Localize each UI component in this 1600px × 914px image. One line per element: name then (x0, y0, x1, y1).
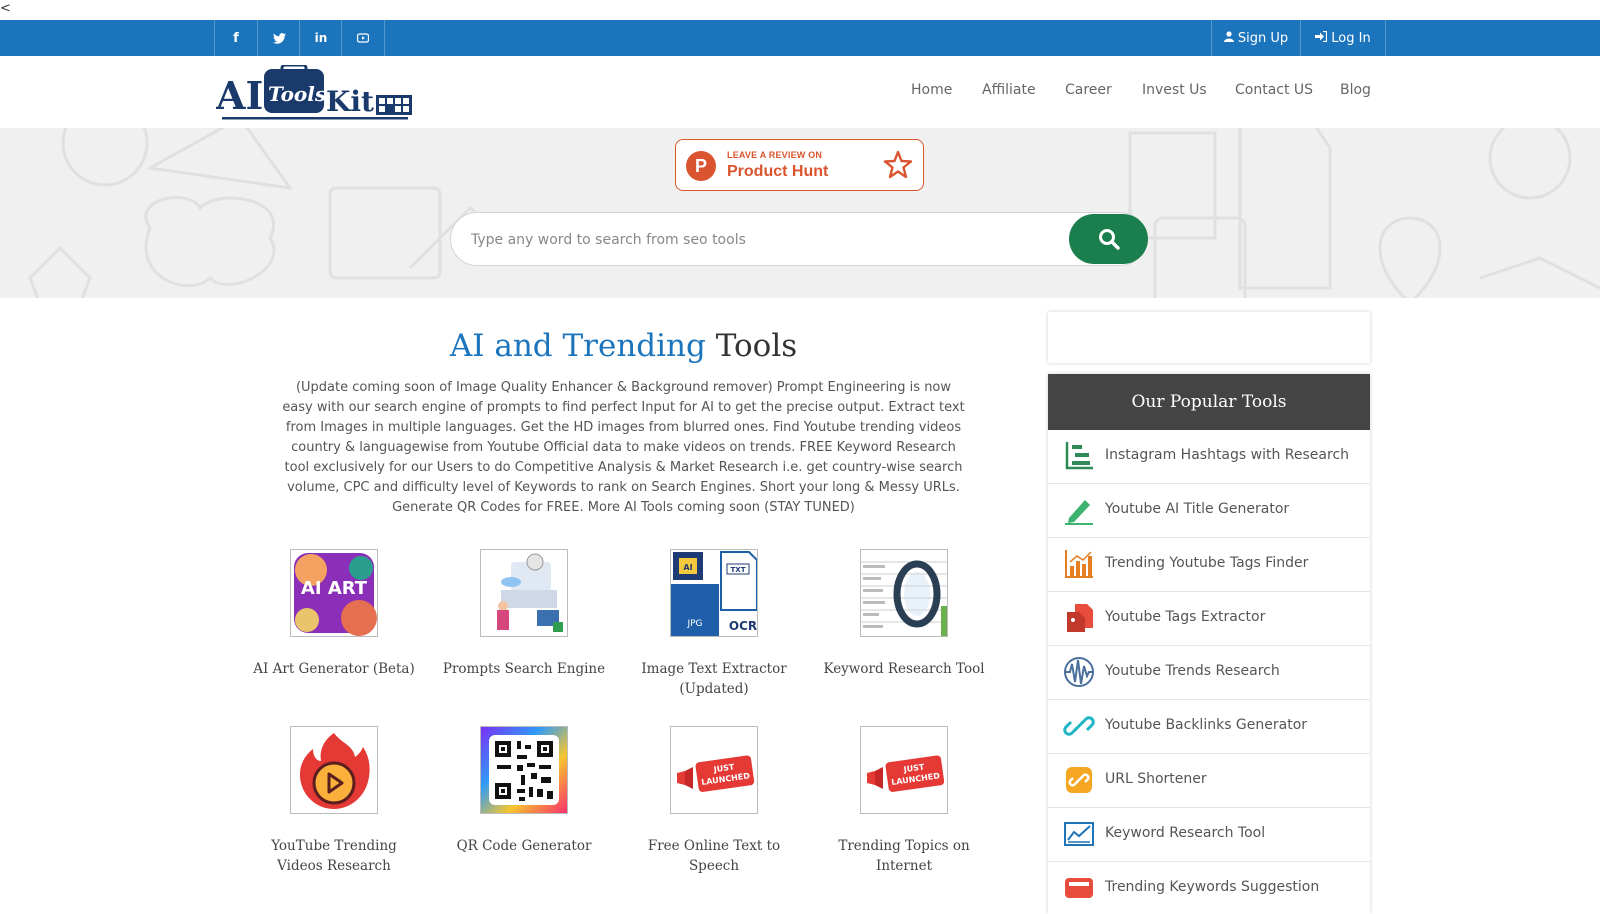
search-input[interactable] (469, 213, 1053, 267)
tool-card-qr-code[interactable]: QR Code Generator (439, 726, 609, 856)
ai-art-thumbnail: AI ART (290, 549, 378, 637)
popular-item-youtube-trends[interactable]: Youtube Trends Research (1048, 646, 1370, 700)
tool-label: Free Online Text to Speech (647, 838, 781, 874)
search-button[interactable] (1069, 214, 1148, 264)
popular-item-label: Youtube Backlinks Generator (1105, 717, 1308, 733)
popular-item-trending-keywords[interactable]: Trending Keywords Suggestion (1048, 862, 1370, 914)
nav-blog[interactable]: Blog (1340, 82, 1371, 98)
popular-item-url-shortener[interactable]: URL Shortener (1048, 754, 1370, 808)
tool-card-youtube-trending[interactable]: YouTube Trending Videos Research (249, 726, 419, 876)
popular-tools-panel: Our Popular Tools Instagram Hashtags wit… (1048, 374, 1370, 914)
wave-icon (1064, 657, 1094, 687)
youtube-icon[interactable] (341, 20, 385, 56)
logo-text-tools: Tools (268, 82, 326, 106)
nav-career[interactable]: Career (1065, 82, 1112, 98)
logo-text-kit: Kit. (326, 85, 384, 118)
nav-contact-us[interactable]: Contact US (1235, 82, 1313, 98)
popular-tools-heading: Our Popular Tools (1048, 374, 1370, 430)
sidebar-ad-box (1048, 312, 1370, 363)
ai-art-thumb-text: AI ART (301, 578, 368, 599)
log-in-label: Log In (1331, 30, 1371, 46)
popular-item-youtube-ai-title[interactable]: Youtube AI Title Generator (1048, 484, 1370, 538)
link-icon (1063, 716, 1095, 736)
ocr-txt-text: TXT (731, 566, 746, 574)
popular-item-instagram-hashtags[interactable]: Instagram Hashtags with Research (1048, 430, 1370, 484)
tool-label: QR Code Generator (456, 838, 592, 854)
tool-label: Image Text Extractor (Updated) (641, 661, 787, 697)
popular-item-trending-youtube-tags[interactable]: Trending Youtube Tags Finder (1048, 538, 1370, 592)
youtube-trending-thumbnail (290, 726, 378, 814)
ocr-label-text: OCR (729, 619, 757, 633)
tool-label: Trending Topics on Internet (838, 838, 970, 874)
logo-text-ai: AI (216, 73, 263, 118)
product-hunt-badge[interactable]: P LEAVE A REVIEW ON Product Hunt (675, 139, 924, 191)
product-hunt-logo: P (686, 151, 716, 181)
tool-label: YouTube Trending Videos Research (271, 838, 397, 874)
top-bar: f in Sign Up Log In (0, 20, 1600, 56)
just-launched-thumbnail: JUST LAUNCHED (670, 726, 758, 814)
tool-card-keyword-research[interactable]: Keyword Research Tool (819, 549, 989, 679)
popular-item-label: Keyword Research Tool (1105, 825, 1266, 841)
hero-section: P LEAVE A REVIEW ON Product Hunt (0, 128, 1600, 298)
search-box (450, 212, 1147, 267)
popular-item-label: URL Shortener (1105, 771, 1207, 787)
popular-item-label: Youtube AI Title Generator (1105, 501, 1290, 517)
popular-item-label: Youtube Tags Extractor (1105, 609, 1266, 625)
nav-affiliate[interactable]: Affiliate (982, 82, 1036, 98)
twitter-icon[interactable] (257, 20, 300, 56)
page-description: (Update coming soon of Image Quality Enh… (282, 380, 965, 515)
popular-item-label: Trending Keywords Suggestion (1105, 879, 1320, 895)
nav-invest-us[interactable]: Invest Us (1142, 82, 1207, 98)
popular-item-youtube-tags-extractor[interactable]: Youtube Tags Extractor (1048, 592, 1370, 646)
facebook-icon[interactable]: f (214, 20, 257, 56)
just-launched-thumbnail: JUST LAUNCHED (860, 726, 948, 814)
stray-character: < (0, 1, 11, 16)
sign-in-icon (1315, 30, 1328, 45)
ai-tools-kit-logo[interactable]: AI Tools Kit. (215, 63, 414, 121)
bar-chart-icon (1065, 550, 1093, 578)
tool-card-text-to-speech[interactable]: JUST LAUNCHED Free Online Text to Speech (629, 726, 799, 876)
tool-card-ai-art[interactable]: AI ART AI Art Generator (Beta) (249, 549, 419, 679)
linkedin-icon[interactable]: in (299, 20, 342, 56)
tool-label: Prompts Search Engine (442, 661, 606, 677)
page-title: AI and Trending Tools (280, 328, 967, 364)
nav-home[interactable]: Home (911, 82, 952, 98)
ocr-jpg-text: JPG (686, 619, 702, 629)
seo-icon (1065, 878, 1093, 898)
keyword-research-thumbnail (860, 549, 948, 637)
sign-up-button[interactable]: Sign Up (1211, 20, 1300, 56)
ocr-thumbnail: AI TXT JPG OCR (670, 549, 758, 637)
analytics-icon (1064, 822, 1094, 846)
product-hunt-caption: LEAVE A REVIEW ON (727, 150, 823, 160)
popular-item-keyword-research[interactable]: Keyword Research Tool (1048, 808, 1370, 862)
popular-item-label: Youtube Trends Research (1105, 663, 1280, 679)
popular-item-youtube-backlinks[interactable]: Youtube Backlinks Generator (1048, 700, 1370, 754)
sign-up-label: Sign Up (1237, 30, 1289, 46)
tool-card-trending-topics[interactable]: JUST LAUNCHED Trending Topics on Interne… (819, 726, 989, 876)
tool-label: Keyword Research Tool (823, 661, 985, 677)
search-icon (1098, 229, 1120, 250)
log-in-button[interactable]: Log In (1300, 20, 1386, 56)
page-title-rest: Tools (715, 328, 798, 364)
popular-item-label: Trending Youtube Tags Finder (1105, 555, 1309, 571)
pencil-icon (1065, 500, 1093, 525)
prompts-search-thumbnail (480, 549, 568, 637)
site-header: AI Tools Kit. Home Affiliate Career Inve… (0, 56, 1600, 129)
popular-item-label: Instagram Hashtags with Research (1105, 447, 1350, 463)
tool-card-prompts-search[interactable]: Prompts Search Engine (439, 549, 609, 679)
url-link-icon (1066, 767, 1092, 793)
page-title-highlight: AI and Trending (449, 328, 706, 364)
qr-code-thumbnail (480, 726, 568, 814)
user-icon (1223, 31, 1234, 45)
tool-card-image-text-extractor[interactable]: AI TXT JPG OCR Image Text Extractor (Upd… (629, 549, 799, 699)
star-icon (883, 150, 913, 179)
ocr-ai-chip-text: AI (683, 563, 692, 572)
product-hunt-title: Product Hunt (727, 163, 829, 180)
chart-tree-icon (1065, 442, 1093, 470)
tool-label: AI Art Generator (Beta) (253, 661, 415, 677)
file-tag-icon (1067, 604, 1093, 632)
